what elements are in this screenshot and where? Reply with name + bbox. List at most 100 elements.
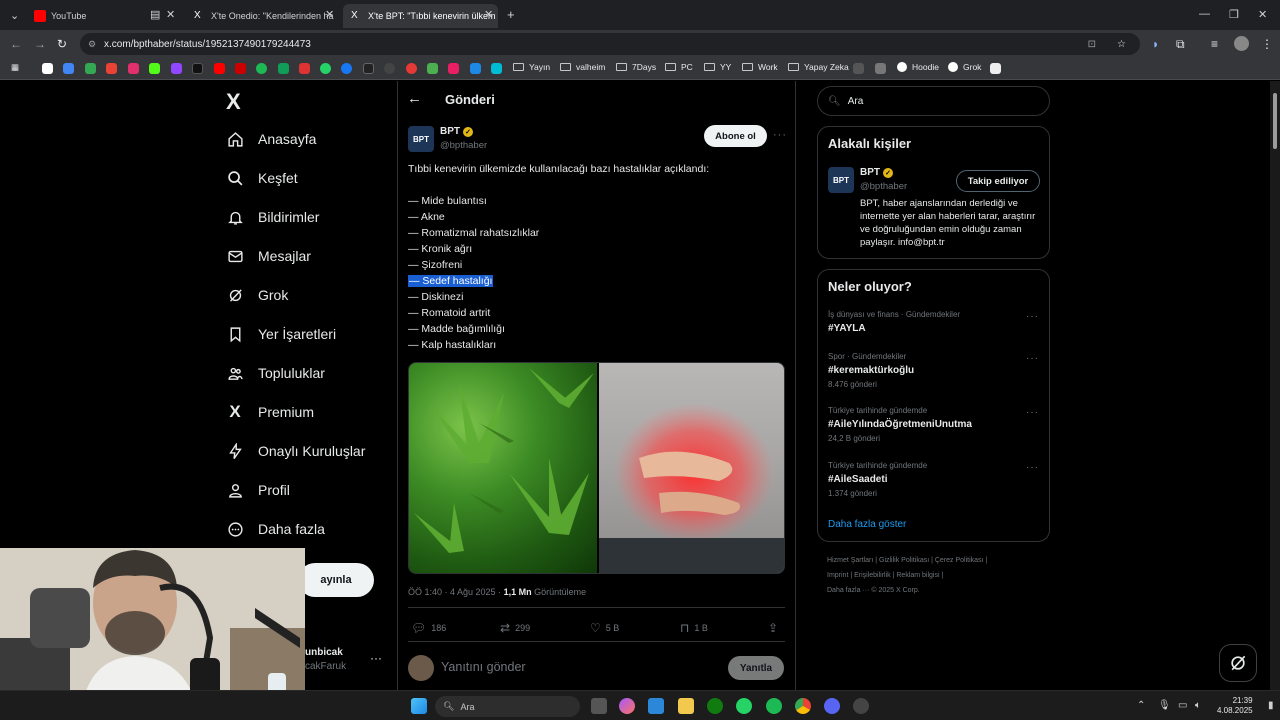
sidebar-item-premium[interactable]: X Premium	[226, 402, 314, 421]
volume-icon[interactable]: 🔈︎	[1195, 700, 1201, 711]
sidebar-item-verified-orgs[interactable]: Onaylı Kuruluşlar	[226, 442, 365, 460]
store-icon[interactable]	[648, 698, 664, 714]
whatsapp-bookmark-icon[interactable]	[320, 63, 331, 74]
youtube-bookmark-icon[interactable]	[214, 63, 225, 74]
trend-more-icon[interactable]: ···	[1026, 311, 1039, 322]
avatar[interactable]: BPT	[828, 167, 854, 193]
scrollbar-thumb[interactable]	[1273, 93, 1277, 149]
start-icon[interactable]	[411, 698, 427, 714]
spotify-icon[interactable]	[766, 698, 782, 714]
bookmark-icon[interactable]	[406, 63, 417, 74]
close-window-icon[interactable]: ✕	[1258, 8, 1267, 21]
bookmark-icon[interactable]	[491, 63, 502, 74]
show-more-link[interactable]: Daha fazla göster	[828, 519, 906, 530]
footer-links[interactable]: Hizmet Şartları | Gizlilik Politikası | …	[827, 557, 987, 564]
sidebar-item-messages[interactable]: Mesajlar	[226, 247, 311, 265]
reply-input[interactable]: Yanıtını gönder	[441, 660, 526, 674]
tab-onedio[interactable]: X X'te Onedio: "Kendilerinden ha	[186, 4, 336, 28]
x-logo[interactable]: X	[226, 89, 241, 115]
twitch-bookmark-icon[interactable]	[171, 63, 182, 74]
discord-icon[interactable]	[824, 698, 840, 714]
grok-chat-button[interactable]	[1219, 644, 1257, 682]
install-icon[interactable]: ⊡	[1088, 39, 1096, 50]
person-handle[interactable]: @bpthaber	[860, 181, 907, 192]
forward-icon[interactable]: →	[34, 37, 46, 51]
tab-close-icon[interactable]: ✕	[166, 8, 175, 21]
trend-name[interactable]: #AileYılındaÖğretmeniUnutma	[828, 419, 972, 430]
back-arrow-icon[interactable]: ←	[407, 90, 422, 107]
cannabis-image[interactable]	[409, 363, 597, 573]
like-action[interactable]: ♡ 5 B	[590, 621, 619, 635]
bookmark-icon[interactable]	[875, 63, 886, 74]
bookmark-icon[interactable]	[384, 63, 395, 74]
bookmark-folder[interactable]: YY	[704, 62, 731, 72]
extensions-puzzle-icon[interactable]: ⧉	[1176, 37, 1185, 52]
bookmark-folder[interactable]: Yapay Zeka	[788, 62, 849, 72]
sidebar-item-communities[interactable]: Topluluklar	[226, 364, 325, 382]
footer-links[interactable]: Imprint | Erişilebilirlik | Reklam bilgi…	[827, 572, 943, 579]
bookmark-icon[interactable]	[63, 63, 74, 74]
person-name[interactable]: BPT ✓	[860, 167, 893, 178]
copilot-icon[interactable]	[619, 698, 635, 714]
file-explorer-icon[interactable]	[678, 698, 694, 714]
site-info-icon[interactable]: ⚙	[88, 39, 96, 50]
menu-kebab-icon[interactable]: ⋮	[1261, 37, 1273, 51]
avatar[interactable]	[408, 655, 434, 681]
share-action[interactable]: ⇪	[768, 621, 783, 635]
post-button[interactable]: ayınla	[298, 563, 374, 597]
tray-chevron-icon[interactable]: ⌃	[1137, 700, 1145, 711]
sidebar-item-grok[interactable]: Grok	[226, 286, 288, 304]
bookmark-folder[interactable]: valheim	[560, 62, 605, 72]
trend-more-icon[interactable]: ···	[1026, 353, 1039, 364]
tab-search-icon[interactable]: ⌄	[10, 9, 19, 22]
avatar[interactable]: BPT	[408, 126, 434, 152]
search-input[interactable]: 🔍︎ Ara	[817, 86, 1050, 116]
xbox-icon[interactable]	[707, 698, 723, 714]
maps-bookmark-icon[interactable]	[85, 63, 96, 74]
bookmark-grok[interactable]: Grok	[948, 62, 981, 72]
profile-avatar[interactable]	[1234, 36, 1249, 51]
kick-bookmark-icon[interactable]	[149, 63, 160, 74]
task-view-icon[interactable]	[591, 698, 607, 714]
trend-more-icon[interactable]: ···	[1026, 462, 1039, 473]
google-bookmark-icon[interactable]	[42, 63, 53, 74]
trend-name[interactable]: #YAYLA	[828, 323, 866, 334]
reply-action[interactable]: 💬︎ 186	[411, 621, 446, 635]
bookmark-icon[interactable]	[235, 63, 246, 74]
account-name[interactable]: unbicak	[305, 647, 343, 658]
taskbar-search-input[interactable]: 🔍︎ Ara	[435, 696, 580, 717]
star-icon[interactable]: ☆	[1117, 39, 1126, 50]
trend-more-icon[interactable]: ···	[1026, 407, 1039, 418]
notification-icon[interactable]: ▮	[1268, 700, 1274, 711]
tweet-media[interactable]	[408, 362, 785, 574]
reload-icon[interactable]: ↻	[57, 37, 67, 51]
gmail-bookmark-icon[interactable]	[106, 63, 117, 74]
reading-list-icon[interactable]: ≡	[1211, 37, 1218, 51]
new-tab-button[interactable]: +	[507, 7, 515, 22]
trend-name[interactable]: #keremaktürkoğlu	[828, 365, 914, 376]
repost-action[interactable]: ⇄ 299	[500, 621, 530, 635]
minimize-icon[interactable]: —	[1199, 8, 1210, 20]
network-icon[interactable]: ▭	[1178, 700, 1187, 711]
tab-close-icon[interactable]: ✕	[325, 8, 334, 21]
following-button[interactable]: Takip ediliyor	[956, 170, 1040, 192]
stomach-pain-image[interactable]	[599, 363, 784, 573]
sidebar-item-home[interactable]: Anasayfa	[226, 130, 316, 148]
account-more-icon[interactable]: ···	[370, 651, 382, 665]
microphone-icon[interactable]: 🎙︎	[1158, 700, 1171, 711]
extension-icon[interactable]: ◗	[1152, 37, 1159, 51]
bookmark-icon[interactable]	[470, 63, 481, 74]
reply-button[interactable]: Yanıtla	[728, 656, 784, 680]
bookmark-folder[interactable]: Work	[742, 62, 778, 72]
whatsapp-icon[interactable]	[736, 698, 752, 714]
bookmark-icon[interactable]	[990, 63, 1001, 74]
url-field[interactable]: ⚙ x.com/bpthaber/status/1952137490179244…	[80, 33, 1140, 55]
sidebar-item-bookmarks[interactable]: Yer İşaretleri	[226, 325, 336, 343]
bookmark-icon[interactable]	[448, 63, 459, 74]
bookmark-icon[interactable]	[278, 63, 289, 74]
back-icon[interactable]: ←	[10, 37, 22, 51]
bookmark-hoodie[interactable]: Hoodie	[897, 62, 939, 72]
tweet-author-handle[interactable]: @bpthaber	[440, 140, 487, 151]
bookmark-folder[interactable]: PC	[665, 62, 693, 72]
settings-icon[interactable]	[853, 698, 869, 714]
